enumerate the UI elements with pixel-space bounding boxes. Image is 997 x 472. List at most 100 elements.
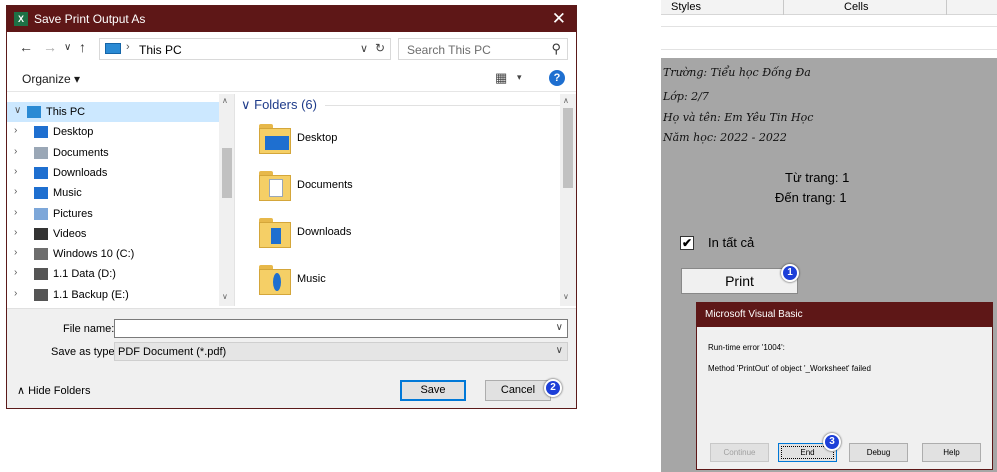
pictures-icon [34, 207, 48, 220]
tree-item[interactable]: › Documents [7, 143, 219, 163]
tree-item[interactable]: › Music [7, 183, 219, 203]
tree-item-label: 1.1 Backup (E:) [53, 288, 129, 301]
ribbon-divider [946, 0, 947, 15]
chevron-right-icon[interactable]: › [14, 288, 17, 299]
save-as-type-value: PDF Document (*.pdf) [118, 346, 227, 358]
save-options-panel: File name: ∨ Save as type: PDF Document … [7, 308, 576, 408]
folder-label[interactable]: Music [297, 273, 326, 285]
chevron-right-icon[interactable]: › [14, 186, 17, 197]
downloads-folder-icon[interactable] [259, 218, 291, 248]
save-button[interactable]: Save [400, 380, 466, 401]
close-icon[interactable]: ✕ [552, 9, 566, 29]
ribbon-group-styles: Styles [671, 1, 701, 13]
tree-item-label: Desktop [53, 126, 94, 139]
chevron-right-icon[interactable]: › [14, 267, 17, 278]
search-icon: ⚲ [551, 41, 561, 56]
school-line: Trường: Tiểu học Đống Đa [663, 66, 811, 79]
folder-label[interactable]: Documents [297, 179, 353, 191]
formula-bar[interactable] [661, 26, 997, 50]
class-line: Lớp: 2/7 [663, 90, 709, 103]
search-input[interactable]: Search This PC ⚲ [398, 38, 568, 60]
tree-item[interactable]: › Downloads [7, 163, 219, 183]
pc-icon [105, 43, 121, 54]
desktop-folder-icon[interactable] [259, 124, 291, 154]
drive-c-icon [34, 248, 48, 261]
pc-icon [27, 106, 41, 118]
view-options-icon[interactable]: ▦ [495, 70, 507, 86]
tree-scrollbar[interactable]: ∧ ∨ [219, 94, 234, 306]
debug-button[interactable]: Debug [849, 443, 908, 462]
scroll-up-icon[interactable]: ∧ [563, 96, 569, 105]
folder-view: ∨ Folders (6) Desktop Documents Downloads M… [237, 94, 576, 306]
worksheet[interactable]: Trường: Tiểu học Đống Đa Lớp: 2/7 Họ và … [661, 58, 997, 472]
forward-arrow-icon[interactable]: → [43, 39, 57, 55]
desktop-icon [34, 126, 48, 139]
chevron-right-icon[interactable]: › [14, 227, 17, 238]
breadcrumb-separator: › [126, 41, 130, 53]
videos-icon [34, 227, 48, 240]
chevron-right-icon[interactable]: › [14, 166, 17, 177]
refresh-icon[interactable]: ↻ [375, 41, 385, 55]
folder-label[interactable]: Desktop [297, 132, 337, 144]
folder-scrollbar[interactable]: ∧ ∨ [560, 94, 576, 306]
continue-button[interactable]: Continue [710, 443, 769, 462]
from-page-text: Từ trang: 1 [785, 170, 850, 185]
step-3-badge: 3 [823, 433, 841, 451]
drive-d-icon [34, 268, 48, 281]
help-button[interactable]: Help [922, 443, 981, 462]
recent-locations-icon[interactable]: ∨ [64, 42, 71, 53]
tree-item-label: 1.1 Data (D:) [53, 268, 116, 281]
address-dropdown-icon[interactable]: ∨ [360, 42, 368, 55]
drive-e-icon [34, 288, 48, 301]
chevron-down-icon[interactable]: ∨ [14, 105, 21, 116]
group-divider [325, 105, 565, 106]
tree-item[interactable]: ∨ This PC [7, 102, 219, 122]
back-arrow-icon[interactable]: ← [19, 39, 33, 55]
file-name-field[interactable]: ∨ [114, 319, 568, 338]
save-print-output-dialog: X Save Print Output As ✕ ← → ∨ ↑ › This … [6, 5, 577, 409]
chevron-down-icon[interactable]: ∨ [556, 345, 563, 356]
school-year-line: Năm học: 2022 - 2022 [663, 131, 787, 144]
tree-item[interactable]: › Pictures [7, 204, 219, 224]
address-path: This PC [139, 43, 182, 57]
hide-folders-button[interactable]: ∧ Hide Folders [17, 384, 90, 397]
scroll-down-icon[interactable]: ∨ [222, 292, 228, 301]
scroll-up-icon[interactable]: ∧ [222, 96, 228, 105]
vb-dialog-title: Microsoft Visual Basic [697, 303, 992, 327]
ribbon-group-labels: Styles Cells [661, 0, 997, 15]
organize-menu[interactable]: Organize ▾ [22, 72, 80, 86]
navigation-bar: ← → ∨ ↑ › This PC ∨ ↻ Search This PC ⚲ [7, 36, 576, 62]
chevron-down-icon[interactable]: ∨ [556, 322, 563, 333]
music-icon [34, 187, 48, 200]
up-arrow-icon[interactable]: ↑ [79, 39, 86, 55]
tree-item[interactable]: › 1.1 Data (D:) [7, 264, 219, 284]
music-folder-icon[interactable] [259, 265, 291, 295]
scroll-thumb[interactable] [222, 148, 232, 198]
cancel-button[interactable]: Cancel [485, 380, 551, 401]
chevron-right-icon[interactable]: › [14, 247, 17, 258]
scroll-down-icon[interactable]: ∨ [563, 292, 569, 301]
documents-folder-icon[interactable] [259, 171, 291, 201]
scroll-thumb[interactable] [563, 108, 573, 188]
tree-item[interactable]: › Videos [7, 224, 219, 244]
downloads-icon [34, 166, 48, 179]
save-as-type-select[interactable]: PDF Document (*.pdf) ∨ [114, 342, 568, 361]
print-all-checkbox[interactable]: ✔ [680, 236, 694, 250]
tree-item[interactable]: › 1.1 Backup (E:) [7, 285, 219, 305]
tree-item[interactable]: › Windows 10 (C:) [7, 244, 219, 264]
tree-item-label: Documents [53, 146, 109, 159]
help-icon[interactable]: ? [549, 70, 565, 86]
view-dropdown-icon[interactable]: ▾ [517, 72, 522, 83]
search-placeholder: Search This PC [407, 43, 491, 57]
chevron-right-icon[interactable]: › [14, 125, 17, 136]
folders-group-header[interactable]: ∨ Folders (6) [241, 97, 317, 113]
folder-label[interactable]: Downloads [297, 226, 351, 238]
tree-item[interactable]: › Desktop [7, 122, 219, 142]
error-message-text: Method 'PrintOut' of object '_Worksheet'… [708, 364, 871, 373]
tree-item-label: Videos [53, 227, 87, 240]
tree-item-label: Music [53, 187, 82, 200]
chevron-right-icon[interactable]: › [14, 207, 17, 218]
to-page-text: Đến trang: 1 [775, 190, 847, 205]
address-bar[interactable]: › This PC ∨ ↻ [99, 38, 391, 60]
chevron-right-icon[interactable]: › [14, 146, 17, 157]
